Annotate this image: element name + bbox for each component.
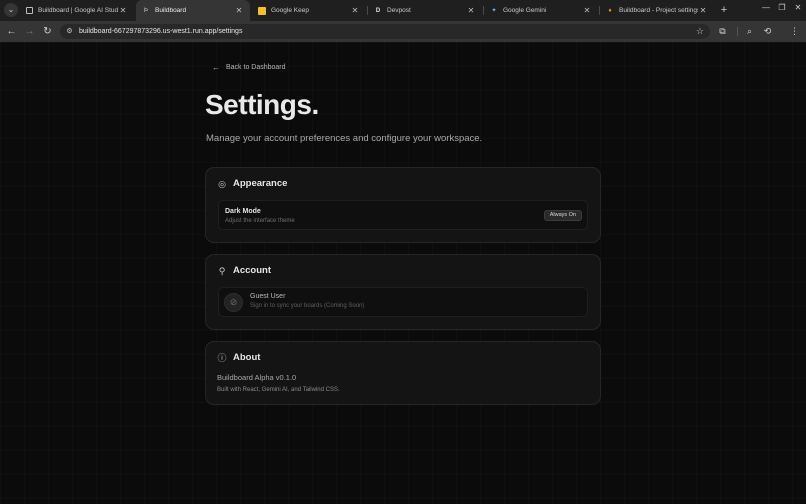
tab-search-icon[interactable]: ⌄ [4, 3, 18, 17]
tab-google-gemini[interactable]: ✦ Google Gemini ✕ [484, 0, 598, 21]
account-card: ⚲ Account ⊘ Guest User Sign in to sync y… [205, 254, 601, 330]
appearance-header: ◎ Appearance [217, 178, 287, 189]
back-link-label: Back to Dashboard [226, 64, 286, 71]
account-description: Sign in to sync your boards (Coming Soon… [250, 303, 365, 309]
new-tab-button[interactable]: + [718, 2, 730, 18]
tab-ai-studio[interactable]: Buildboard | Google AI Studio ✕ [20, 0, 134, 21]
gemini-icon: ✦ [491, 7, 497, 14]
about-header: ⓘ About [217, 352, 260, 363]
menu-kebab-icon[interactable]: ⋮ [788, 25, 801, 38]
back-to-dashboard-link[interactable]: ← Back to Dashboard [212, 63, 286, 72]
app-version: Buildboard Alpha v0.1.0 [217, 373, 297, 382]
browser-toolbar: ← → ↻ ⚙ buildboard-667297873296.us-west1… [0, 21, 806, 42]
settings-page: ← Back to Dashboard Settings. Manage you… [0, 42, 806, 504]
dark-mode-label: Dark Mode [225, 208, 261, 215]
about-heading: About [233, 352, 261, 363]
search-icon[interactable]: ⌕ [743, 25, 756, 38]
tab-google-keep[interactable]: Google Keep ✕ [252, 0, 366, 21]
reload-icon[interactable]: ↻ [41, 25, 54, 38]
ai-studio-icon [26, 7, 33, 14]
extensions-icon[interactable]: ⧉ [716, 25, 729, 38]
guest-user-row[interactable]: ⊘ Guest User Sign in to sync your boards… [218, 287, 588, 317]
keep-icon [258, 6, 266, 15]
url-text[interactable]: buildboard-667297873296.us-west1.run.app… [79, 27, 242, 36]
page-subtitle: Manage your account preferences and conf… [206, 133, 483, 144]
history-icon[interactable]: ⟲ [761, 25, 774, 38]
appearance-card: ◎ Appearance Dark Mode Adjust the interf… [205, 167, 601, 243]
dark-mode-description: Adjust the interface theme [225, 218, 295, 224]
arrow-left-icon: ← [212, 63, 220, 72]
close-tab-icon[interactable]: ✕ [118, 6, 128, 15]
built-with-text: Built with React, Gemini AI, and Tailwin… [217, 387, 340, 393]
dark-mode-row: Dark Mode Adjust the interface theme Alw… [218, 200, 588, 230]
bookmark-star-icon[interactable]: ☆ [696, 26, 704, 37]
close-window-icon[interactable]: ✕ [791, 3, 805, 12]
close-tab-icon[interactable]: ✕ [350, 6, 360, 15]
forward-arrow-icon[interactable]: → [23, 25, 36, 38]
palette-icon: ◎ [218, 178, 226, 189]
account-header: ⚲ Account [217, 265, 271, 276]
user-off-icon: ⊘ [224, 293, 243, 312]
page-title: Settings. [205, 89, 319, 120]
toolbar-divider [737, 27, 738, 36]
close-tab-icon[interactable]: ✕ [234, 6, 244, 15]
restore-icon[interactable]: ❐ [775, 3, 789, 12]
devpost-icon: D [375, 7, 381, 14]
info-icon: ⓘ [217, 352, 227, 363]
tab-strip: ⌄ Buildboard | Google AI Studio ✕ Þ Buil… [0, 0, 806, 21]
account-name: Guest User [250, 293, 286, 300]
account-heading: Account [233, 265, 271, 276]
tab-project-settings[interactable]: ♦ Buildboard - Project settings ✕ [600, 0, 714, 21]
user-icon: ⚲ [218, 265, 226, 276]
close-tab-icon[interactable]: ✕ [466, 6, 476, 15]
site-info-icon[interactable]: ⚙ [65, 27, 74, 36]
buildboard-icon: Þ [143, 7, 148, 14]
about-card: ⓘ About Buildboard Alpha v0.1.0 Built wi… [205, 341, 601, 405]
minimize-icon[interactable]: — [759, 3, 773, 12]
close-tab-icon[interactable]: ✕ [582, 6, 592, 15]
appearance-heading: Appearance [233, 178, 288, 189]
back-arrow-icon[interactable]: ← [5, 25, 18, 38]
firebase-icon: ♦ [608, 7, 612, 14]
always-on-badge: Always On [543, 210, 582, 221]
close-tab-icon[interactable]: ✕ [698, 6, 708, 15]
tab-buildboard[interactable]: Þ Buildboard ✕ [136, 0, 250, 21]
address-bar[interactable]: ⚙ buildboard-667297873296.us-west1.run.a… [60, 24, 710, 39]
tab-devpost[interactable]: D Devpost ✕ [368, 0, 482, 21]
